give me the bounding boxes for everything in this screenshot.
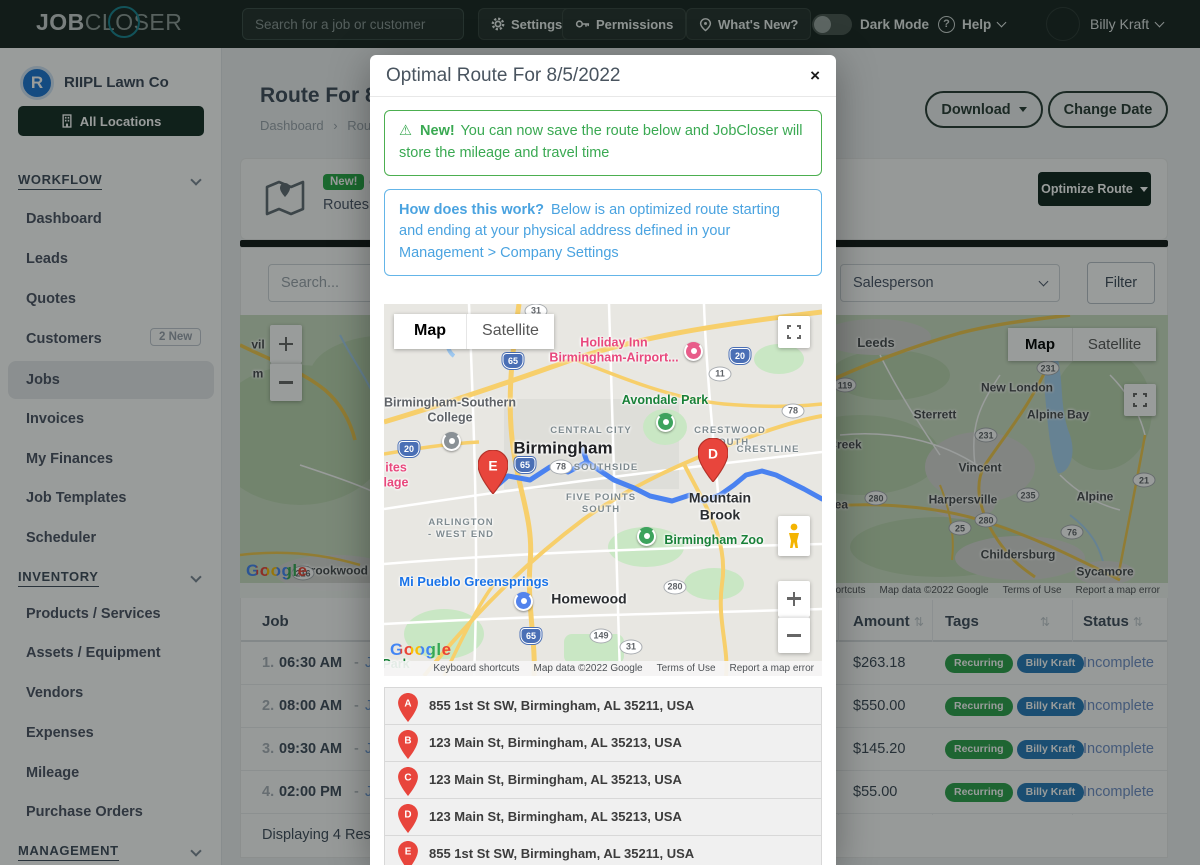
svg-text:D: D [404,809,411,820]
svg-text:D: D [708,445,718,461]
route-marker-e[interactable]: E [478,450,508,494]
route-shield-65: 65 [515,457,536,473]
modal-title: Optimal Route For 8/5/2022 [386,65,620,87]
attribution-keyboard-shortcuts[interactable]: Keyboard shortcuts [433,663,519,674]
stop-pin-icon: C [398,767,418,796]
map-label-village-fragment: ites lage [384,460,409,491]
map-zoom-in-button[interactable] [778,581,810,617]
attribution-map-data: Map data ©2022 Google [533,663,642,674]
pegman-icon [786,523,802,549]
route-stop-e: E 855 1st St SW, Birmingham, AL 35211, U… [384,835,822,865]
route-stop-a: A 855 1st St SW, Birmingham, AL 35211, U… [384,687,822,725]
map-type-map-button[interactable]: Map [394,314,466,349]
map-attribution: Keyboard shortcuts Map data ©2022 Google… [384,661,822,676]
route-stop-b: B 123 Main St, Birmingham, AL 35213, USA [384,724,822,762]
route-stop-d: D 123 Main St, Birmingham, AL 35213, USA [384,798,822,836]
alert-bold-text: New! [420,123,455,139]
zoo-poi-icon[interactable] [637,527,656,546]
svg-text:A: A [404,698,411,709]
stop-address: 855 1st St SW, Birmingham, AL 35211, USA [429,846,694,861]
map-label-bsc: Birmingham-Southern College [384,395,516,426]
map-fullscreen-button[interactable] [778,316,810,348]
park-poi-icon[interactable] [656,413,675,432]
app-window: JOBCLOSER Settings Permissions What's Ne… [0,0,1200,865]
close-button[interactable]: × [810,66,820,86]
hotel-poi-icon[interactable] [684,342,703,361]
college-poi-icon[interactable] [442,432,461,451]
map-label-avondale-park: Avondale Park [622,393,708,409]
svg-text:C: C [404,772,411,783]
store-poi-icon[interactable] [514,592,533,611]
svg-text:B: B [404,735,411,746]
route-shield-20: 20 [399,441,420,457]
stop-pin-icon: E [398,841,418,865]
map-type-control: Map Satellite [394,314,554,349]
pegman-control[interactable] [778,516,810,556]
attribution-report-error[interactable]: Report a map error [730,663,814,674]
route-map[interactable]: Holiday Inn Birmingham-Airport... Avonda… [384,304,822,676]
route-stop-c: C 123 Main St, Birmingham, AL 35213, USA [384,761,822,799]
plus-icon [787,592,801,606]
svg-text:E: E [488,457,497,473]
stop-address: 123 Main St, Birmingham, AL 35213, USA [429,735,682,750]
map-type-satellite-button[interactable]: Satellite [466,314,554,349]
route-shield-31: 31 [620,639,643,654]
modal-header: Optimal Route For 8/5/2022 × [370,55,836,97]
route-shield-149: 149 [589,628,612,643]
route-shield-65: 65 [521,628,542,644]
route-shield-65: 65 [503,353,524,369]
map-label-arlington: ARLINGTON - WEST END [428,517,494,541]
map-label-birmingham-zoo: Birmingham Zoo [664,533,763,549]
map-label-central-city: CENTRAL CITY [550,425,632,437]
stop-address: 123 Main St, Birmingham, AL 35213, USA [429,772,682,787]
alert-bold-text: How does this work? [399,202,544,218]
stop-address: 855 1st St SW, Birmingham, AL 35211, USA [429,698,694,713]
map-label-mountain-brook: Mountain Brook [689,489,751,524]
map-label-holiday-inn: Holiday Inn Birmingham-Airport... [549,335,678,366]
map-label-mi-pueblo: Mi Pueblo Greensprings [399,574,549,590]
how-it-works-alert: How does this work? Below is an optimize… [384,189,822,276]
google-logo: Google [390,640,452,660]
map-label-five-points: FIVE POINTS SOUTH [566,492,636,516]
stop-address: 123 Main St, Birmingham, AL 35213, USA [429,809,682,824]
warning-icon: ⚠ [399,123,412,139]
new-feature-alert: ⚠ New! You can now save the route below … [384,110,822,176]
map-label-crestline: CRESTLINE [737,444,800,456]
map-label-birmingham: Birmingham [513,437,612,458]
optimal-route-modal: Optimal Route For 8/5/2022 × ⚠ New! You … [370,55,836,865]
svg-text:E: E [405,846,412,857]
close-icon: × [810,66,820,85]
route-stop-list: A 855 1st St SW, Birmingham, AL 35211, U… [370,687,836,865]
fullscreen-icon [787,325,801,339]
minus-icon [787,628,801,642]
stop-pin-icon: A [398,693,418,722]
route-shield-280: 280 [663,579,686,594]
map-zoom-out-button[interactable] [778,617,810,653]
stop-pin-icon: D [398,804,418,833]
route-shield-78: 78 [782,403,805,418]
route-marker-d[interactable]: D [698,438,728,482]
route-shield-78: 78 [550,459,573,474]
map-label-homewood: Homewood [551,590,626,608]
attribution-terms[interactable]: Terms of Use [657,663,716,674]
map-label-southside: SOUTHSIDE [574,462,638,474]
route-shield-20: 20 [730,348,751,364]
route-shield-11: 11 [709,366,732,381]
stop-pin-icon: B [398,730,418,759]
alert-text: You can now save the route below and Job… [399,123,803,161]
